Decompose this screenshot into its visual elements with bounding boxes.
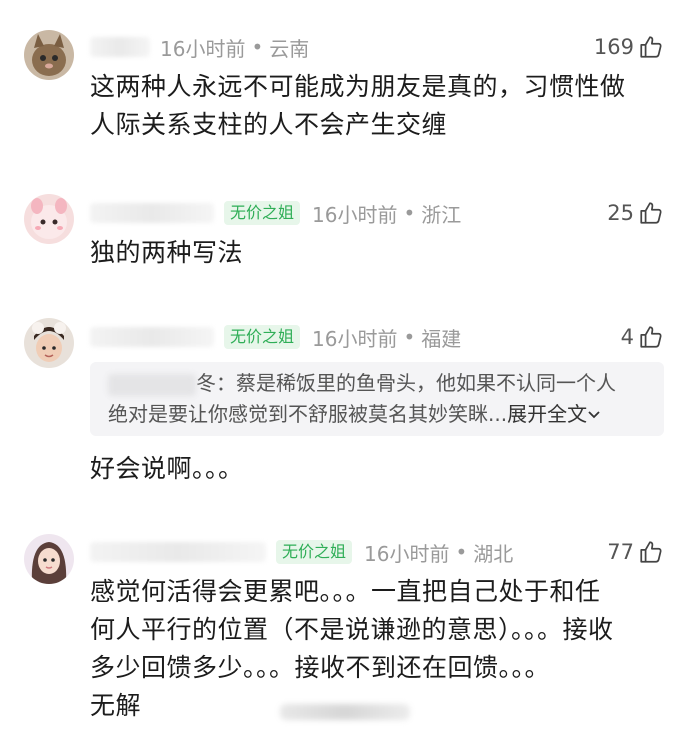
comment-line: 独的两种写法	[90, 238, 244, 267]
like-button[interactable]: 77	[607, 537, 664, 567]
avatar[interactable]	[24, 30, 74, 80]
comment-line: 好会说啊。。。	[90, 454, 244, 483]
quoted-username-blurred	[108, 373, 196, 396]
quote-line: 冬：蔡是稀饭里的鱼骨头，他如果不认同一个人	[108, 368, 652, 399]
chevron-down-icon	[588, 411, 600, 419]
quote-text-1: 冬：蔡是稀饭里的鱼骨头，他如果不认同一个人	[196, 371, 616, 395]
comment-time: 16小时前	[160, 36, 246, 61]
username-blurred[interactable]	[90, 37, 150, 57]
avatar[interactable]	[24, 318, 74, 368]
like-count: 77	[607, 540, 634, 564]
quote-text-2: 绝对是要让你感觉到不舒服被莫名其妙笑眯...	[108, 402, 508, 426]
separator-dot: •	[251, 35, 264, 59]
comment-line: 人际关系支柱的人不会产生交缠	[90, 110, 448, 139]
username-blurred[interactable]	[90, 203, 214, 223]
quoted-reply[interactable]: 冬：蔡是稀饭里的鱼骨头，他如果不认同一个人 绝对是要让你感觉到不舒服被莫名其妙笑…	[90, 362, 664, 436]
like-button[interactable]: 169	[594, 32, 664, 62]
fan-badge: 无价之姐	[276, 540, 353, 564]
separator-dot: •	[455, 540, 468, 564]
username-blurred[interactable]	[90, 542, 266, 562]
comment-text: 这两种人永远不可能成为朋友是真的，习惯性做 人际关系支柱的人不会产生交缠	[90, 68, 666, 144]
thumbs-up-icon	[640, 541, 662, 563]
like-button[interactable]: 4	[621, 322, 664, 352]
comment-time: 16小时前	[312, 326, 398, 351]
comment-location: 云南	[269, 36, 310, 61]
comment-text: 好会说啊。。。	[90, 450, 666, 488]
fan-badge: 无价之姐	[224, 201, 301, 225]
comment-line: 多少回馈多少。。。接收不到还在回馈。。。	[90, 653, 551, 682]
comment-line: 感觉何活得会更累吧。。。一直把自己处于和任	[90, 577, 601, 606]
fan-badge: 无价之姐	[224, 325, 301, 349]
separator-dot: •	[403, 201, 416, 225]
comment-meta: 无价之姐 16小时前 • 浙江	[90, 198, 461, 228]
comment-meta: 16小时前 • 云南	[90, 32, 309, 62]
comment-time: 16小时前	[312, 202, 398, 227]
comment-location: 福建	[421, 326, 462, 351]
expand-full-text-link[interactable]: 展开全文	[507, 402, 601, 426]
comment-line: 何人平行的位置（不是说谦逊的意思）。。。接收	[90, 615, 614, 644]
thumbs-up-icon	[640, 36, 662, 58]
comment-location: 湖北	[473, 541, 514, 566]
thumbs-up-icon	[640, 202, 662, 224]
comment-meta: 无价之姐 16小时前 • 湖北	[90, 537, 513, 567]
comment-location: 浙江	[421, 202, 462, 227]
comment-time: 16小时前	[364, 541, 450, 566]
expand-label: 展开全文	[507, 402, 588, 426]
like-count: 169	[593, 35, 634, 59]
username-blurred[interactable]	[90, 327, 214, 347]
like-count: 25	[607, 201, 634, 225]
like-button[interactable]: 25	[607, 198, 664, 228]
avatar[interactable]	[24, 194, 74, 244]
comment-line: 这两种人永远不可能成为朋友是真的，习惯性做	[90, 72, 626, 101]
comment-meta: 无价之姐 16小时前 • 福建	[90, 322, 461, 352]
comment-text: 独的两种写法	[90, 234, 666, 272]
blurred-watermark	[280, 704, 410, 720]
thumbs-up-icon	[640, 326, 662, 348]
comment-text: 感觉何活得会更累吧。。。一直把自己处于和任 何人平行的位置（不是说谦逊的意思）。…	[90, 573, 666, 725]
separator-dot: •	[403, 325, 416, 349]
avatar[interactable]	[24, 534, 74, 584]
quote-line: 绝对是要让你感觉到不舒服被莫名其妙笑眯...展开全文	[108, 399, 652, 430]
like-count: 4	[620, 325, 634, 349]
